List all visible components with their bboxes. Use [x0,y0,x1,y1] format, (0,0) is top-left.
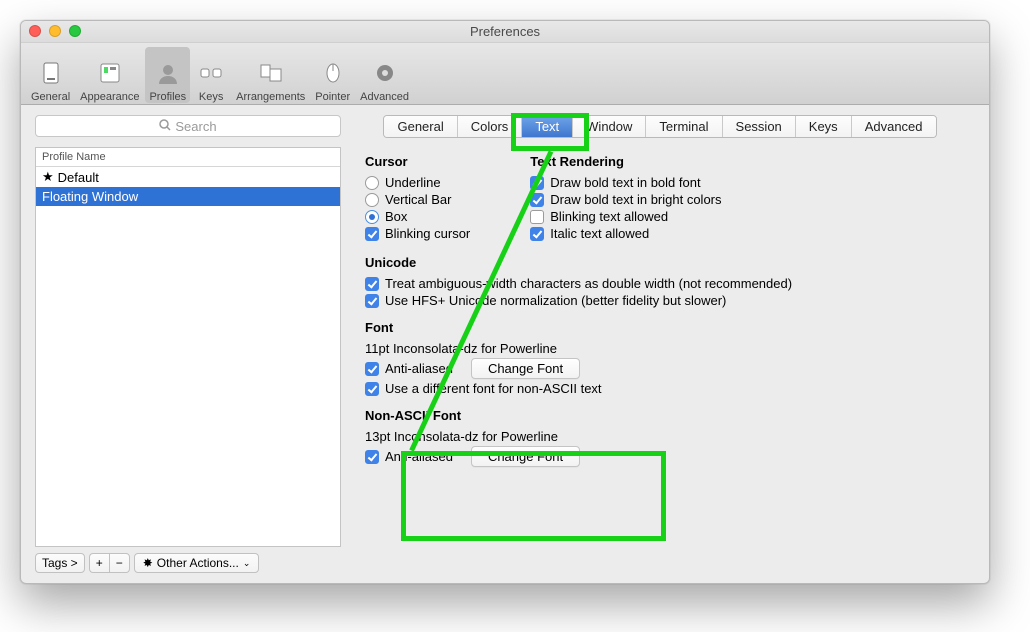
toolbar-profiles[interactable]: Profiles [145,47,190,103]
pointer-icon [318,58,348,88]
search-input[interactable]: Search [35,115,341,137]
remove-profile-button[interactable]: − [109,553,130,573]
nonascii-font-group: Non-ASCII Font 13pt Inconsolata-dz for P… [365,408,955,467]
profiles-icon [153,58,183,88]
bold-in-bright[interactable]: Draw bold text in bright colors [530,192,721,207]
tab-keys[interactable]: Keys [796,116,852,137]
profile-list[interactable]: Profile Name ★ Default Floating Window [35,147,341,547]
appearance-icon [95,58,125,88]
search-icon [159,119,171,134]
cursor-box[interactable]: Box [365,209,470,224]
change-nonascii-font-button[interactable]: Change Font [471,446,580,467]
font-anti-aliased[interactable]: Anti-aliased [365,361,453,376]
bold-in-bold-font[interactable]: Draw bold text in bold font [530,175,721,190]
main-toolbar: General Appearance Profiles Keys Arrange… [21,43,989,105]
star-icon: ★ [42,169,54,185]
tab-advanced[interactable]: Advanced [852,116,936,137]
tab-window[interactable]: Window [573,116,646,137]
tab-terminal[interactable]: Terminal [646,116,722,137]
nonascii-font-description: 13pt Inconsolata-dz for Powerline [365,429,955,444]
toolbar-arrangements[interactable]: Arrangements [232,47,309,103]
window-title: Preferences [470,24,540,39]
list-item[interactable]: ★ Default [36,167,340,187]
arrangements-icon [256,58,286,88]
toolbar-advanced[interactable]: Advanced [356,47,413,103]
text-rendering-group: Text Rendering Draw bold text in bold fo… [530,154,721,243]
toolbar-keys[interactable]: Keys [192,47,230,103]
keys-icon [196,58,226,88]
list-item[interactable]: Floating Window [36,187,340,206]
blinking-text[interactable]: Blinking text allowed [530,209,721,224]
zoom-icon[interactable] [69,25,81,37]
tab-session[interactable]: Session [723,116,796,137]
close-icon[interactable] [29,25,41,37]
unicode-group: Unicode Treat ambiguous-width characters… [365,255,955,308]
general-icon [36,58,66,88]
preferences-window: Preferences General Appearance Profiles … [20,20,990,584]
italic-allowed[interactable]: Italic text allowed [530,226,721,241]
profile-list-header: Profile Name [36,148,340,167]
tab-general[interactable]: General [384,116,457,137]
gear-icon: ✸ [143,556,153,570]
text-panel: Cursor Underline Vertical Bar Box Blinki… [351,148,969,485]
use-different-nonascii[interactable]: Use a different font for non-ASCII text [365,381,955,396]
hfs-normalization[interactable]: Use HFS+ Unicode normalization (better f… [365,293,955,308]
cursor-underline[interactable]: Underline [365,175,470,190]
toolbar-general[interactable]: General [27,47,74,103]
add-profile-button[interactable]: + [89,553,109,573]
nonascii-anti-aliased[interactable]: Anti-aliased [365,449,453,464]
font-description: 11pt Inconsolata-dz for Powerline [365,341,955,356]
minimize-icon[interactable] [49,25,61,37]
gear-icon [370,58,400,88]
cursor-vertical[interactable]: Vertical Bar [365,192,470,207]
tab-text[interactable]: Text [522,116,573,137]
titlebar: Preferences [21,21,989,43]
tags-button[interactable]: Tags > [35,553,85,573]
toolbar-pointer[interactable]: Pointer [311,47,354,103]
sidebar-bottom-bar: Tags > + − ✸ Other Actions... ⌄ [35,553,341,573]
content-area: General Colors Text Window Terminal Sess… [351,105,989,583]
window-controls [29,25,81,37]
tab-colors[interactable]: Colors [458,116,523,137]
other-actions-button[interactable]: ✸ Other Actions... ⌄ [134,553,260,573]
blinking-cursor[interactable]: Blinking cursor [365,226,470,241]
change-font-button[interactable]: Change Font [471,358,580,379]
ambiguous-width[interactable]: Treat ambiguous-width characters as doub… [365,276,955,291]
font-group: Font 11pt Inconsolata-dz for Powerline A… [365,320,955,396]
cursor-group: Cursor Underline Vertical Bar Box Blinki… [365,154,470,243]
profile-tabs: General Colors Text Window Terminal Sess… [351,115,969,138]
chevron-down-icon: ⌄ [243,558,251,569]
toolbar-appearance[interactable]: Appearance [76,47,143,103]
sidebar: Search Profile Name ★ Default Floating W… [21,105,351,583]
